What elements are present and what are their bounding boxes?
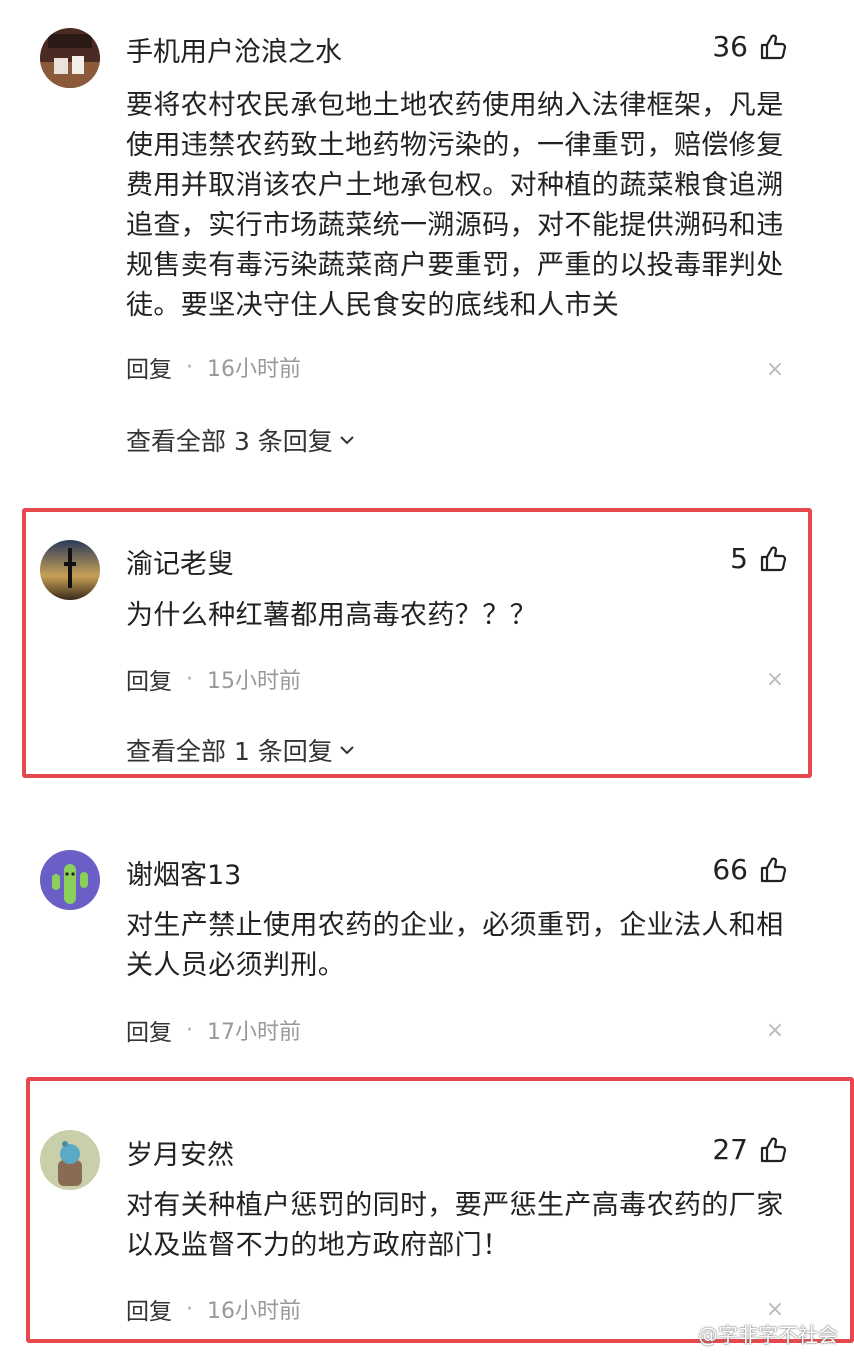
separator-dot: · bbox=[186, 354, 193, 380]
username[interactable]: 手机用户沧浪之水 bbox=[126, 30, 342, 69]
timestamp: 17小时前 bbox=[207, 1020, 301, 1045]
like-count: 27 bbox=[712, 1133, 748, 1166]
timestamp: 15小时前 bbox=[207, 669, 301, 694]
timestamp: 16小时前 bbox=[207, 1299, 301, 1324]
username[interactable]: 渝记老叟 bbox=[126, 542, 234, 581]
like-count: 66 bbox=[712, 853, 748, 886]
comment-meta: 回复 · 17小时前 bbox=[126, 1013, 301, 1047]
comment-text: 要将农村农民承包地土地农药使用纳入法律框架，凡是使用违禁农药致土地药物污染的，一… bbox=[126, 90, 784, 321]
close-icon[interactable]: × bbox=[764, 1299, 786, 1321]
avatar[interactable] bbox=[40, 28, 100, 88]
thumbs-up-icon bbox=[760, 546, 787, 571]
avatar[interactable] bbox=[40, 1130, 100, 1190]
reply-button[interactable]: 回复 bbox=[126, 1013, 172, 1047]
view-all-replies-button[interactable]: 查看全部 3 条回复 bbox=[126, 422, 357, 458]
view-all-label: 查看全部 3 条回复 bbox=[126, 427, 333, 456]
thumbs-up-icon bbox=[760, 857, 787, 882]
watermark-text: @字非字不社会 bbox=[698, 1323, 838, 1347]
close-icon[interactable]: × bbox=[764, 1020, 786, 1042]
like-button[interactable]: 66 bbox=[712, 853, 788, 886]
separator-dot: · bbox=[186, 1017, 193, 1043]
reply-button[interactable]: 回复 bbox=[126, 1292, 172, 1326]
like-button[interactable]: 5 bbox=[730, 542, 788, 575]
thumbs-up-icon bbox=[760, 1137, 787, 1162]
like-button[interactable]: 36 bbox=[712, 30, 788, 63]
like-count: 36 bbox=[712, 30, 748, 63]
close-icon[interactable]: × bbox=[764, 669, 786, 691]
chevron-down-icon bbox=[340, 746, 354, 755]
comment-meta: 回复 · 15小时前 bbox=[126, 662, 301, 696]
close-icon[interactable]: × bbox=[764, 359, 786, 381]
watermark: @字非字不社会 bbox=[698, 1319, 838, 1348]
comment-text: 对有关种植户惩罚的同时，要严惩生产高毒农药的厂家以及监督不力的地方政府部门！ bbox=[126, 1190, 784, 1261]
like-count: 5 bbox=[730, 542, 748, 575]
thumbs-up-icon bbox=[760, 34, 787, 59]
timestamp: 16小时前 bbox=[207, 357, 301, 382]
avatar[interactable] bbox=[40, 540, 100, 600]
username[interactable]: 谢烟客13 bbox=[126, 853, 241, 892]
reply-button[interactable]: 回复 bbox=[126, 662, 172, 696]
like-button[interactable]: 27 bbox=[712, 1133, 788, 1166]
username[interactable]: 岁月安然 bbox=[126, 1133, 234, 1172]
separator-dot: · bbox=[186, 1296, 193, 1322]
comment-meta: 回复 · 16小时前 bbox=[126, 1292, 301, 1326]
chevron-down-icon bbox=[340, 436, 354, 445]
comment-text: 为什么种红薯都用高毒农药？？？ bbox=[126, 600, 537, 631]
comment-meta: 回复 · 16小时前 bbox=[126, 350, 301, 384]
separator-dot: · bbox=[186, 666, 193, 692]
view-all-label: 查看全部 1 条回复 bbox=[126, 737, 333, 766]
view-all-replies-button[interactable]: 查看全部 1 条回复 bbox=[126, 732, 357, 768]
avatar[interactable] bbox=[40, 850, 100, 910]
comment-text: 对生产禁止使用农药的企业，必须重罚，企业法人和相关人员必须判刑。 bbox=[126, 910, 784, 981]
reply-button[interactable]: 回复 bbox=[126, 350, 172, 384]
